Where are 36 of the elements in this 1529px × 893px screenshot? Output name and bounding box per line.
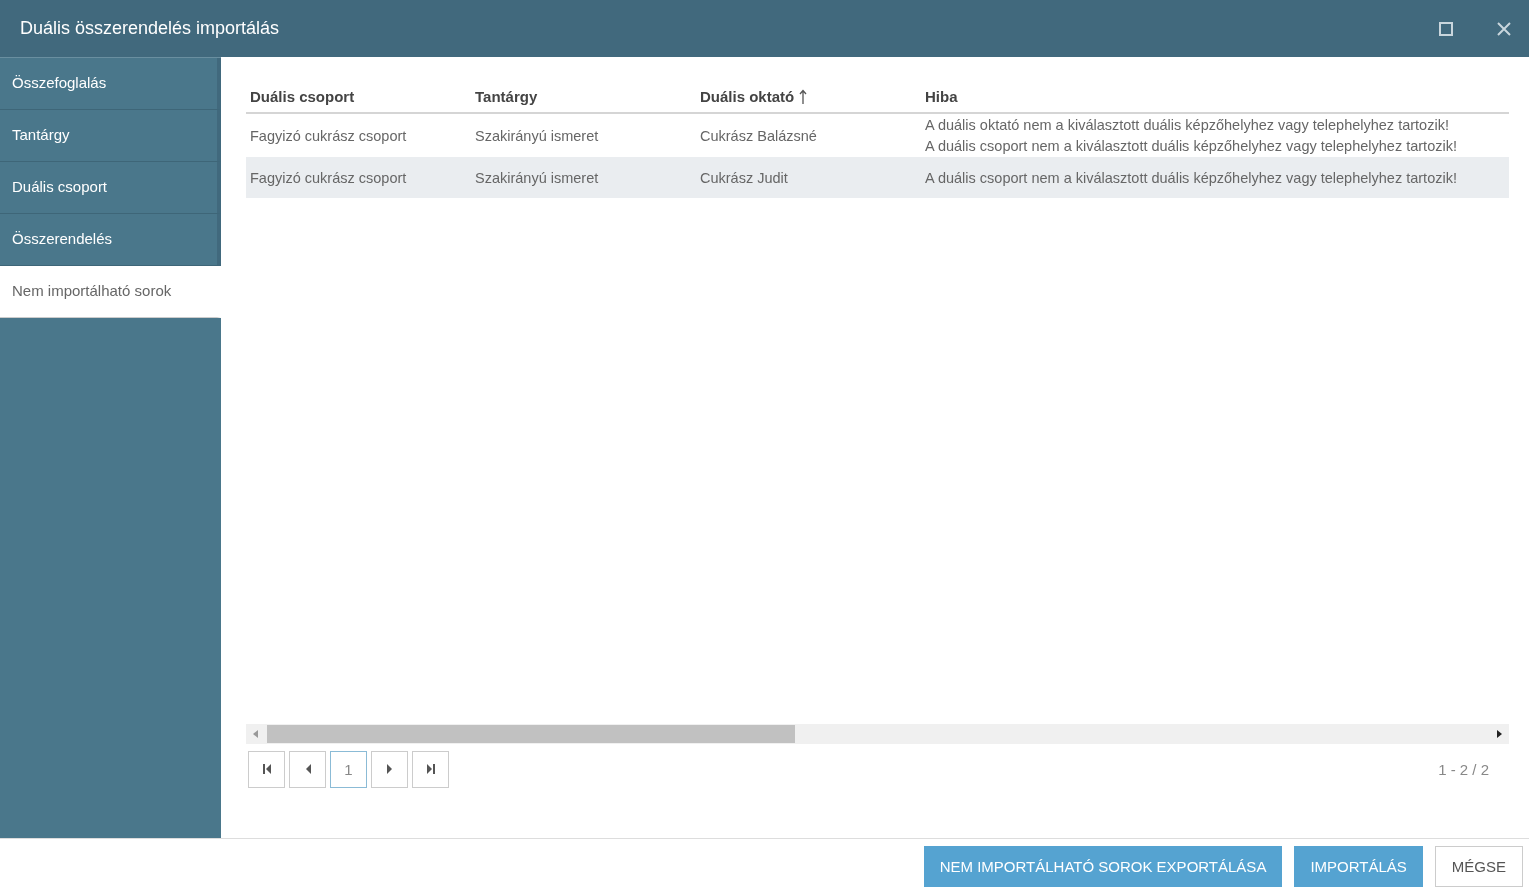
table-cell: Szakirányú ismeret xyxy=(475,169,599,186)
pager-summary: 1 - 2 / 2 xyxy=(1438,760,1489,778)
next-page-icon xyxy=(386,764,393,774)
primary-button[interactable]: IMPORTÁLÁS xyxy=(1294,845,1423,887)
maximize-icon[interactable] xyxy=(1439,21,1453,36)
error-message: A duális csoport nem a kiválasztott duális képzőhelyhez vagy telephelyhez tartozik! xyxy=(925,169,1458,186)
table-cell: Szakirányú ismeret xyxy=(475,127,599,144)
last-page-icon xyxy=(425,764,436,774)
column-header[interactable]: Duális csoport xyxy=(250,88,355,105)
sidebar-item[interactable]: Duális csoport xyxy=(0,162,221,214)
primary-button[interactable]: NEM IMPORTÁLHATÓ SOROK EXPORTÁLÁSA xyxy=(923,845,1283,887)
page-button[interactable]: 1 xyxy=(330,750,367,788)
column-header[interactable]: Duális oktató xyxy=(700,88,795,105)
scrollbar-thumb[interactable] xyxy=(267,725,795,743)
sidebar-item[interactable]: Összefoglalás xyxy=(0,58,221,110)
error-message: A duális csoport nem a kiválasztott duális képzőhelyhez vagy telephelyhez tartozik! xyxy=(925,138,1458,154)
sidebar-item[interactable]: Tantárgy xyxy=(0,110,221,162)
scroll-left-icon[interactable] xyxy=(253,730,259,738)
error-message: A duális oktató nem a kiválasztott duális képzőhelyhez vagy telephelyhez tartozik! xyxy=(925,117,1450,133)
column-header[interactable]: Hiba xyxy=(925,88,958,105)
table-row[interactable]: Fagyizó cukrász csoport Szakirányú ismeret Cukrász Judit A duális csoport nem a kiválasztott duális képzőhelyhez vagy telephelyhez tartozik! xyxy=(246,157,1509,198)
sidebar-item[interactable]: Nem importálható sorok xyxy=(0,266,221,318)
first-page-icon xyxy=(261,764,272,774)
first-page-button[interactable] xyxy=(248,750,285,788)
scroll-right-icon[interactable] xyxy=(1497,730,1503,738)
cancel-button[interactable]: MÉGSE xyxy=(1434,845,1523,887)
window-title: Duális összerendelés importálás xyxy=(20,18,280,39)
last-page-button[interactable] xyxy=(412,750,449,788)
table-cell: Cukrász Judit xyxy=(700,169,788,186)
table-cell: Fagyizó cukrász csoport xyxy=(250,169,407,186)
previous-page-icon xyxy=(304,764,311,774)
column-header[interactable]: Tantárgy xyxy=(475,88,538,105)
table-cell: Fagyizó cukrász csoport xyxy=(250,127,407,144)
horizontal-scrollbar[interactable] xyxy=(246,724,1509,744)
close-icon[interactable] xyxy=(1497,21,1511,36)
table-cell: Cukrász Balázsné xyxy=(700,127,817,144)
